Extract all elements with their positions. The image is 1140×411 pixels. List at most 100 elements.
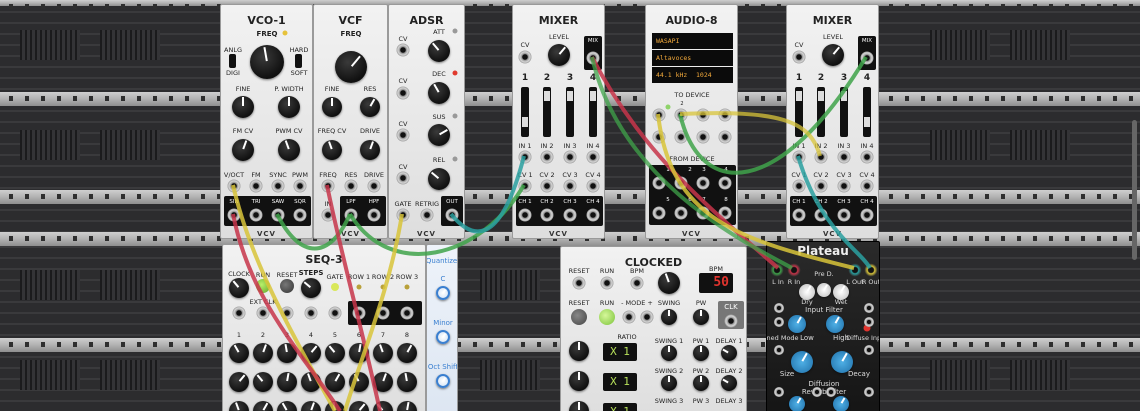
ch-1-output-jack[interactable]	[792, 208, 806, 222]
step-knob-row2-col4[interactable]	[301, 372, 321, 392]
row-3-output-jack[interactable]	[400, 306, 414, 320]
in-2-jack[interactable]	[540, 150, 554, 164]
from-device-4-jack[interactable]	[718, 176, 732, 190]
clock-input-jack[interactable]	[232, 306, 246, 320]
plateau-cv-jack[interactable]	[864, 387, 874, 397]
scale-knob[interactable]	[436, 330, 450, 344]
channel-4-fader[interactable]	[863, 87, 871, 137]
run-button[interactable]	[599, 309, 615, 325]
channel-1-fader[interactable]	[795, 87, 803, 137]
reset-input-jack[interactable]	[280, 306, 294, 320]
row-1-output-jack[interactable]	[352, 306, 366, 320]
sync-input-jack[interactable]	[271, 179, 285, 193]
from-device-5-jack[interactable]	[652, 206, 666, 220]
step-knob-row3-col5[interactable]	[325, 401, 345, 411]
freq-input-jack[interactable]	[321, 179, 335, 193]
step-knob-row3-col1[interactable]	[229, 401, 249, 411]
device-display[interactable]: Altavoces (Realtek(R)	[652, 50, 733, 66]
channel-2-fader[interactable]	[543, 87, 551, 137]
tempo-knob[interactable]	[658, 272, 680, 294]
step-knob-row1-col6[interactable]	[349, 343, 369, 363]
cv-4-jack[interactable]	[586, 179, 600, 193]
pwm-input-jack[interactable]	[293, 179, 307, 193]
input-high-knob[interactable]	[826, 315, 844, 333]
plateau-cv-jack[interactable]	[826, 387, 836, 397]
reset-button[interactable]	[280, 279, 294, 293]
cutoff-knob[interactable]	[335, 51, 367, 83]
in-4-jack[interactable]	[586, 150, 600, 164]
ratio-2-knob[interactable]	[569, 371, 589, 391]
ch-3-output-jack[interactable]	[837, 208, 851, 222]
cv-1-jack[interactable]	[518, 179, 532, 193]
sin-output-jack[interactable]	[227, 208, 241, 222]
cv-2-jack[interactable]	[540, 179, 554, 193]
step-knob-row3-col6[interactable]	[349, 401, 369, 411]
row-2-output-jack[interactable]	[376, 306, 390, 320]
ratio-3-knob[interactable]	[569, 401, 589, 411]
step-knob-row1-col5[interactable]	[325, 343, 345, 363]
ratio-1-knob[interactable]	[569, 341, 589, 361]
ext-clock-jack[interactable]	[256, 306, 270, 320]
from-device-8-jack[interactable]	[718, 206, 732, 220]
channel-2-fader[interactable]	[817, 87, 825, 137]
to-device-4-jack[interactable]	[718, 108, 732, 122]
root-note-knob[interactable]	[436, 286, 450, 300]
in-2-jack[interactable]	[814, 150, 828, 164]
step-knob-row1-col2[interactable]	[253, 343, 273, 363]
step-knob-row2-col8[interactable]	[397, 372, 417, 392]
decay-cv-jack[interactable]	[396, 86, 410, 100]
left-in-jack[interactable]	[770, 263, 784, 277]
reset-button[interactable]	[571, 309, 587, 325]
size-knob[interactable]	[791, 351, 813, 373]
in-4-jack[interactable]	[860, 150, 874, 164]
delay-1-knob[interactable]	[721, 345, 737, 361]
ch-2-output-jack[interactable]	[814, 208, 828, 222]
channel-1-fader[interactable]	[521, 87, 529, 137]
cv-3-jack[interactable]	[837, 179, 851, 193]
step-knob-row1-col3[interactable]	[277, 343, 297, 363]
gate-output-jack[interactable]	[328, 306, 342, 320]
step-knob-row2-col7[interactable]	[373, 372, 393, 392]
channel-4-fader[interactable]	[589, 87, 597, 137]
clk-output-jack[interactable]	[724, 314, 738, 328]
right-in-jack[interactable]	[787, 263, 801, 277]
mix-output-jack[interactable]	[586, 51, 600, 65]
from-device-3-jack[interactable]	[696, 176, 710, 190]
resonance-knob[interactable]	[360, 97, 380, 117]
audio-input-jack[interactable]	[321, 208, 335, 222]
plateau-cv-jack[interactable]	[864, 345, 874, 355]
oct-shift-knob[interactable]	[436, 374, 450, 388]
mode-plus-jack[interactable]	[640, 310, 654, 324]
step-knob-row2-col3[interactable]	[277, 372, 297, 392]
res-input-jack[interactable]	[344, 179, 358, 193]
channel-3-fader[interactable]	[840, 87, 848, 137]
saw-output-jack[interactable]	[271, 208, 285, 222]
reset-input-jack[interactable]	[572, 276, 586, 290]
clock-knob[interactable]	[229, 278, 249, 298]
master-level-knob[interactable]	[822, 44, 844, 66]
to-device-5-jack[interactable]	[652, 130, 666, 144]
pw-2-knob[interactable]	[693, 375, 709, 391]
level-cv-jack[interactable]	[518, 50, 532, 64]
plateau-cv-jack[interactable]	[864, 303, 874, 313]
master-pw-knob[interactable]	[693, 309, 709, 325]
sustain-cv-jack[interactable]	[396, 128, 410, 142]
ch-1-output-jack[interactable]	[518, 208, 532, 222]
fine-knob[interactable]	[232, 96, 254, 118]
in-3-jack[interactable]	[563, 150, 577, 164]
attack-knob[interactable]	[428, 40, 450, 62]
master-level-knob[interactable]	[548, 44, 570, 66]
drive-input-jack[interactable]	[367, 179, 381, 193]
step-knob-row1-col8[interactable]	[397, 343, 417, 363]
fm-cv-knob[interactable]	[232, 139, 254, 161]
analog-digital-switch[interactable]	[229, 54, 236, 68]
predelay-knob[interactable]	[817, 283, 831, 297]
voct-input-jack[interactable]	[227, 179, 241, 193]
left-out-jack[interactable]	[848, 263, 862, 277]
to-device-3-jack[interactable]	[696, 108, 710, 122]
run-input-jack[interactable]	[600, 276, 614, 290]
decay-knob[interactable]	[428, 82, 450, 104]
cv-1-jack[interactable]	[792, 179, 806, 193]
input-low-knob[interactable]	[788, 315, 806, 333]
vertical-scrollbar[interactable]	[1132, 120, 1137, 260]
